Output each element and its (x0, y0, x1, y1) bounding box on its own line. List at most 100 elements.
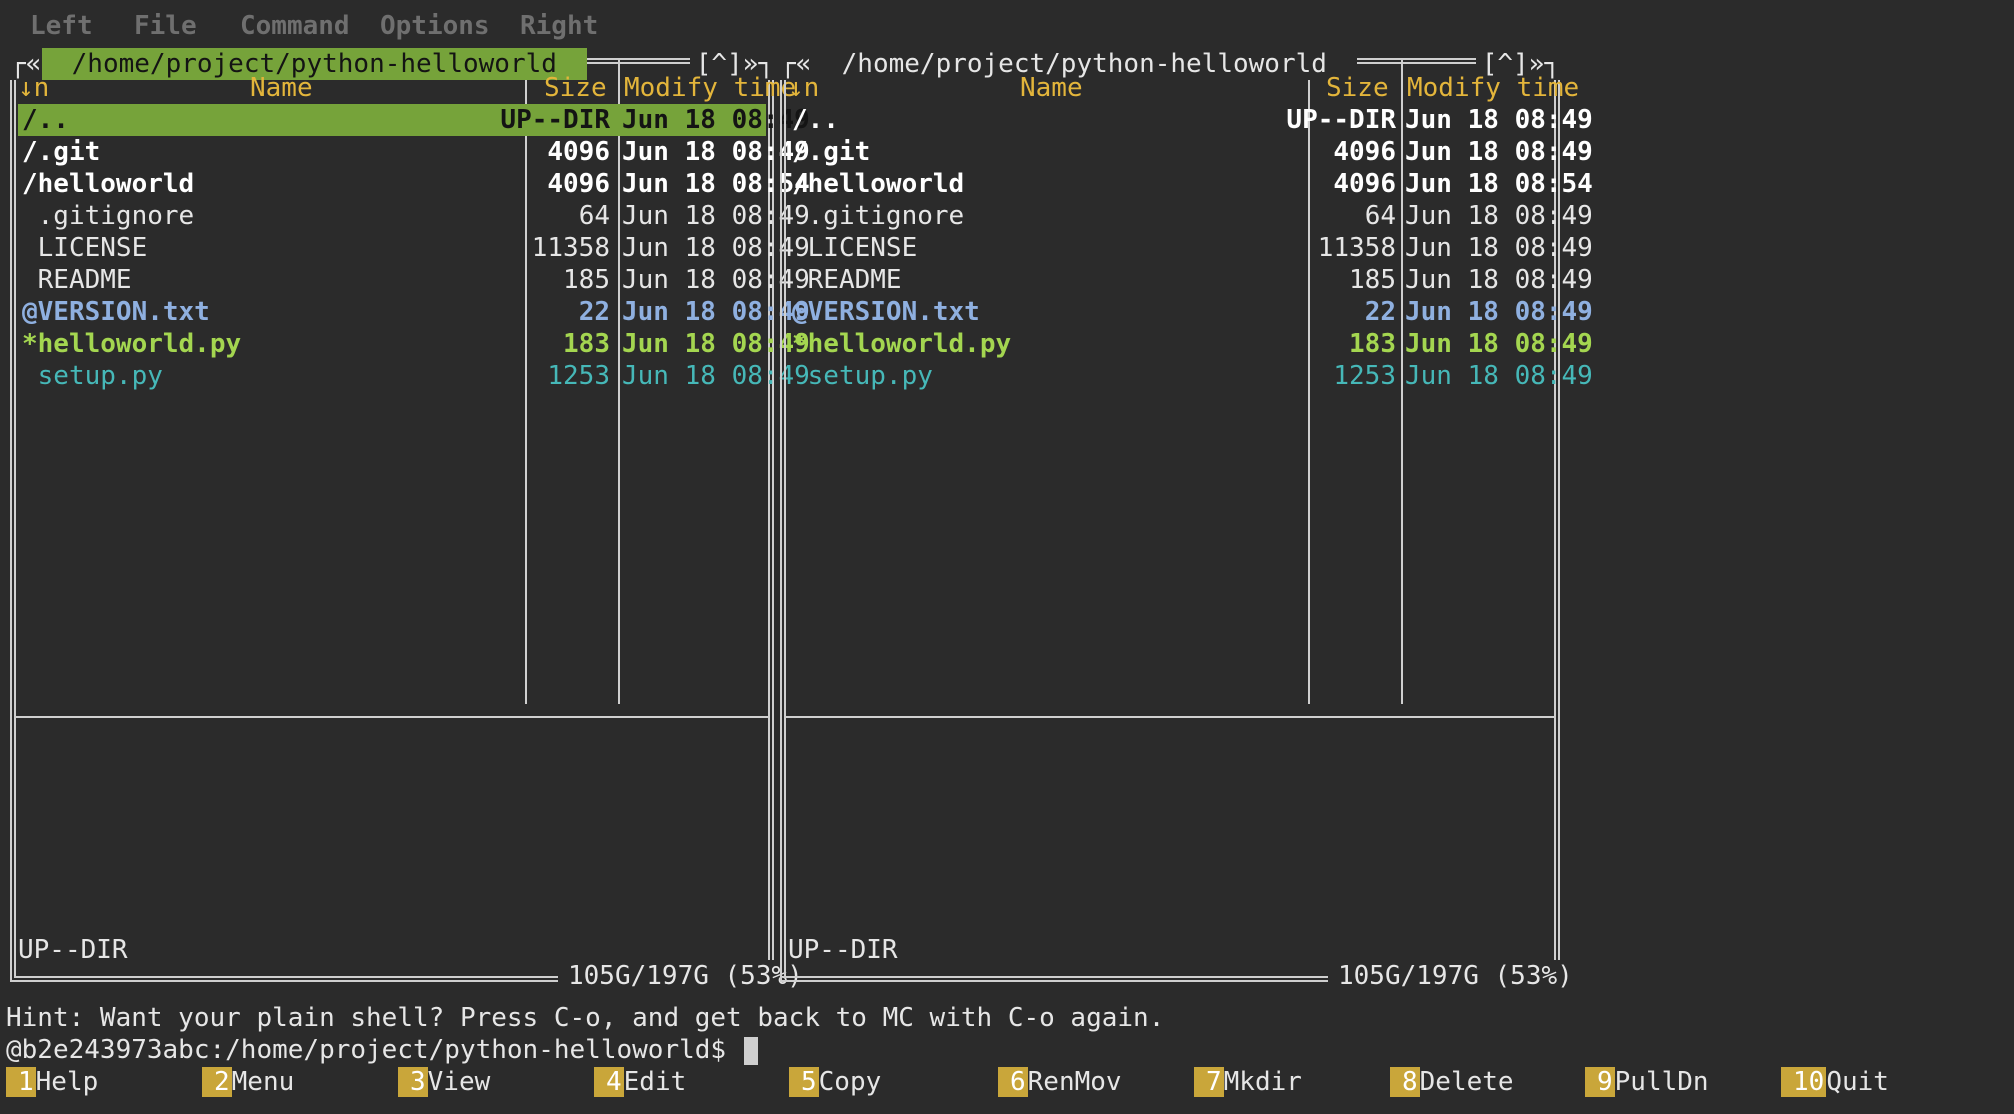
right-status: UP--DIR (788, 935, 898, 965)
file-row[interactable]: .gitignore 64 Jun 18 08:49 (788, 200, 1593, 232)
left-disk-info: 105G/197G (53%) (558, 960, 813, 992)
file-modify-time: Jun 18 08:49 (1405, 329, 1593, 359)
fkey-number: 7 (1194, 1067, 1224, 1097)
left-sort-indicator[interactable]: ↓n (18, 72, 49, 104)
fkey-number: 3 (398, 1067, 428, 1097)
file-name: /helloworld (22, 169, 195, 199)
file-row[interactable]: setup.py 1253 Jun 18 08:49 (788, 360, 1593, 392)
file-row[interactable]: /helloworld 4096 Jun 18 08:54 (788, 168, 1593, 200)
file-name: README (792, 265, 902, 295)
left-status: UP--DIR (18, 935, 128, 965)
file-modify-time: Jun 18 08:49 (1405, 297, 1593, 327)
menu-command[interactable]: Command (240, 10, 350, 42)
file-name: .gitignore (792, 201, 965, 231)
file-name: *helloworld.py (792, 329, 1012, 359)
fkey-number: 9 (1585, 1067, 1615, 1097)
file-row[interactable]: @VERSION.txt 22 Jun 18 08:49 (18, 296, 810, 328)
file-size: 11358 (1317, 233, 1396, 263)
fkey-label: View (427, 1067, 491, 1097)
menu-file[interactable]: File (134, 10, 197, 42)
right-header-size[interactable]: Size (1326, 72, 1389, 104)
fkey-quit[interactable]: 10Quit (1781, 1066, 1889, 1098)
menu-left[interactable]: Left (30, 10, 93, 42)
fkey-number: 5 (789, 1067, 819, 1097)
file-name: setup.py (22, 361, 163, 391)
file-modify-time: Jun 18 08:49 (1405, 137, 1593, 167)
file-row[interactable]: LICENSE 11358 Jun 18 08:49 (18, 232, 810, 264)
fkey-label: Delete (1419, 1067, 1514, 1097)
file-modify-time: Jun 18 08:49 (1405, 105, 1593, 135)
right-file-list: /.. UP--DIR Jun 18 08:49 /.git 4096 Jun 18 08… (788, 104, 1593, 392)
menu-right[interactable]: Right (520, 10, 598, 42)
left-header-name[interactable]: Name (250, 72, 313, 104)
left-panel-mini-divider (16, 716, 768, 718)
file-row[interactable]: README 185 Jun 18 08:49 (18, 264, 810, 296)
fkey-copy[interactable]: 5Copy (789, 1066, 881, 1098)
menu-options[interactable]: Options (380, 10, 490, 42)
fkey-label: Mkdir (1223, 1067, 1302, 1097)
file-row[interactable]: @VERSION.txt 22 Jun 18 08:49 (788, 296, 1593, 328)
file-name: *helloworld.py (22, 329, 242, 359)
fkey-label: Quit (1826, 1067, 1889, 1097)
file-size: 185 (1349, 265, 1396, 295)
file-name: .gitignore (22, 201, 195, 231)
file-row[interactable]: /.. UP--DIR Jun 18 08:49 (18, 104, 810, 136)
fkey-renmov[interactable]: 6RenMov (998, 1066, 1122, 1098)
file-row[interactable]: /.. UP--DIR Jun 18 08:49 (788, 104, 1593, 136)
file-size: 22 (1364, 297, 1396, 327)
right-sort-indicator[interactable]: ↓n (788, 72, 819, 104)
fkey-delete[interactable]: 8Delete (1390, 1066, 1514, 1098)
file-name: README (22, 265, 132, 295)
file-size: UP--DIR (500, 105, 610, 135)
fkey-menu[interactable]: 2Menu (202, 1066, 294, 1098)
fkey-number: 2 (202, 1067, 232, 1097)
file-modify-time: Jun 18 08:49 (1405, 361, 1593, 391)
file-size: 22 (578, 297, 610, 327)
file-row[interactable]: /.git 4096 Jun 18 08:49 (18, 136, 810, 168)
file-row[interactable]: /.git 4096 Jun 18 08:49 (788, 136, 1593, 168)
fkey-number: 8 (1390, 1067, 1420, 1097)
fkey-number: 6 (998, 1067, 1028, 1097)
file-row[interactable]: /helloworld 4096 Jun 18 08:54 (18, 168, 810, 200)
fkey-mkdir[interactable]: 7Mkdir (1194, 1066, 1302, 1098)
file-name: /.. (792, 105, 839, 135)
hint-line: Hint: Want your plain shell? Press C-o, … (6, 1003, 1165, 1033)
fkey-help[interactable]: 1Help (6, 1066, 98, 1098)
file-size: 4096 (547, 169, 610, 199)
file-size: UP--DIR (1286, 105, 1396, 135)
fkey-edit[interactable]: 4Edit (594, 1066, 686, 1098)
file-size: 1253 (1333, 361, 1396, 391)
left-panel[interactable]: ┌«= /home/project/python-helloworld [^]»… (10, 48, 813, 992)
file-size: 4096 (547, 137, 610, 167)
right-header-name[interactable]: Name (1020, 72, 1083, 104)
fkey-label: Help (35, 1067, 99, 1097)
file-modify-time: Jun 18 08:49 (1405, 265, 1593, 295)
shell-prompt[interactable]: @b2e243973abc:/home/project/python-hello… (6, 1034, 758, 1066)
file-row[interactable]: setup.py 1253 Jun 18 08:49 (18, 360, 810, 392)
left-panel-path[interactable]: /home/project/python-helloworld (42, 48, 587, 80)
fkey-label: Copy (818, 1067, 882, 1097)
fkey-number: 4 (594, 1067, 624, 1097)
file-size: 4096 (1333, 169, 1396, 199)
right-header-time[interactable]: Modify time (1407, 72, 1579, 104)
right-panel[interactable]: ┌«= /home/project/python-helloworld [^]»… (780, 48, 1593, 992)
fkey-view[interactable]: 3View (398, 1066, 490, 1098)
file-row[interactable]: *helloworld.py 183 Jun 18 08:49 (18, 328, 810, 360)
left-file-list: /.. UP--DIR Jun 18 08:49/.git 4096 Jun 18 08… (18, 104, 810, 392)
file-row[interactable]: .gitignore 64 Jun 18 08:49 (18, 200, 810, 232)
file-row[interactable]: *helloworld.py 183 Jun 18 08:49 (788, 328, 1593, 360)
fkey-pulldn[interactable]: 9PullDn (1585, 1066, 1709, 1098)
file-size: 185 (563, 265, 610, 295)
right-panel-path[interactable]: /home/project/python-helloworld (812, 48, 1357, 80)
file-row[interactable]: LICENSE 11358 Jun 18 08:49 (788, 232, 1593, 264)
file-size: 64 (1364, 201, 1396, 231)
file-size: 183 (1349, 329, 1396, 359)
file-row[interactable]: README 185 Jun 18 08:49 (788, 264, 1593, 296)
file-modify-time: Jun 18 08:49 (1405, 233, 1593, 263)
fkey-label: RenMov (1027, 1067, 1122, 1097)
fkey-label: Menu (231, 1067, 295, 1097)
left-header-time[interactable]: Modify time (624, 72, 796, 104)
right-disk-info: 105G/197G (53%) (1328, 960, 1583, 992)
prompt-text: @b2e243973abc:/home/project/python-hello… (6, 1035, 742, 1065)
left-header-size[interactable]: Size (544, 72, 607, 104)
